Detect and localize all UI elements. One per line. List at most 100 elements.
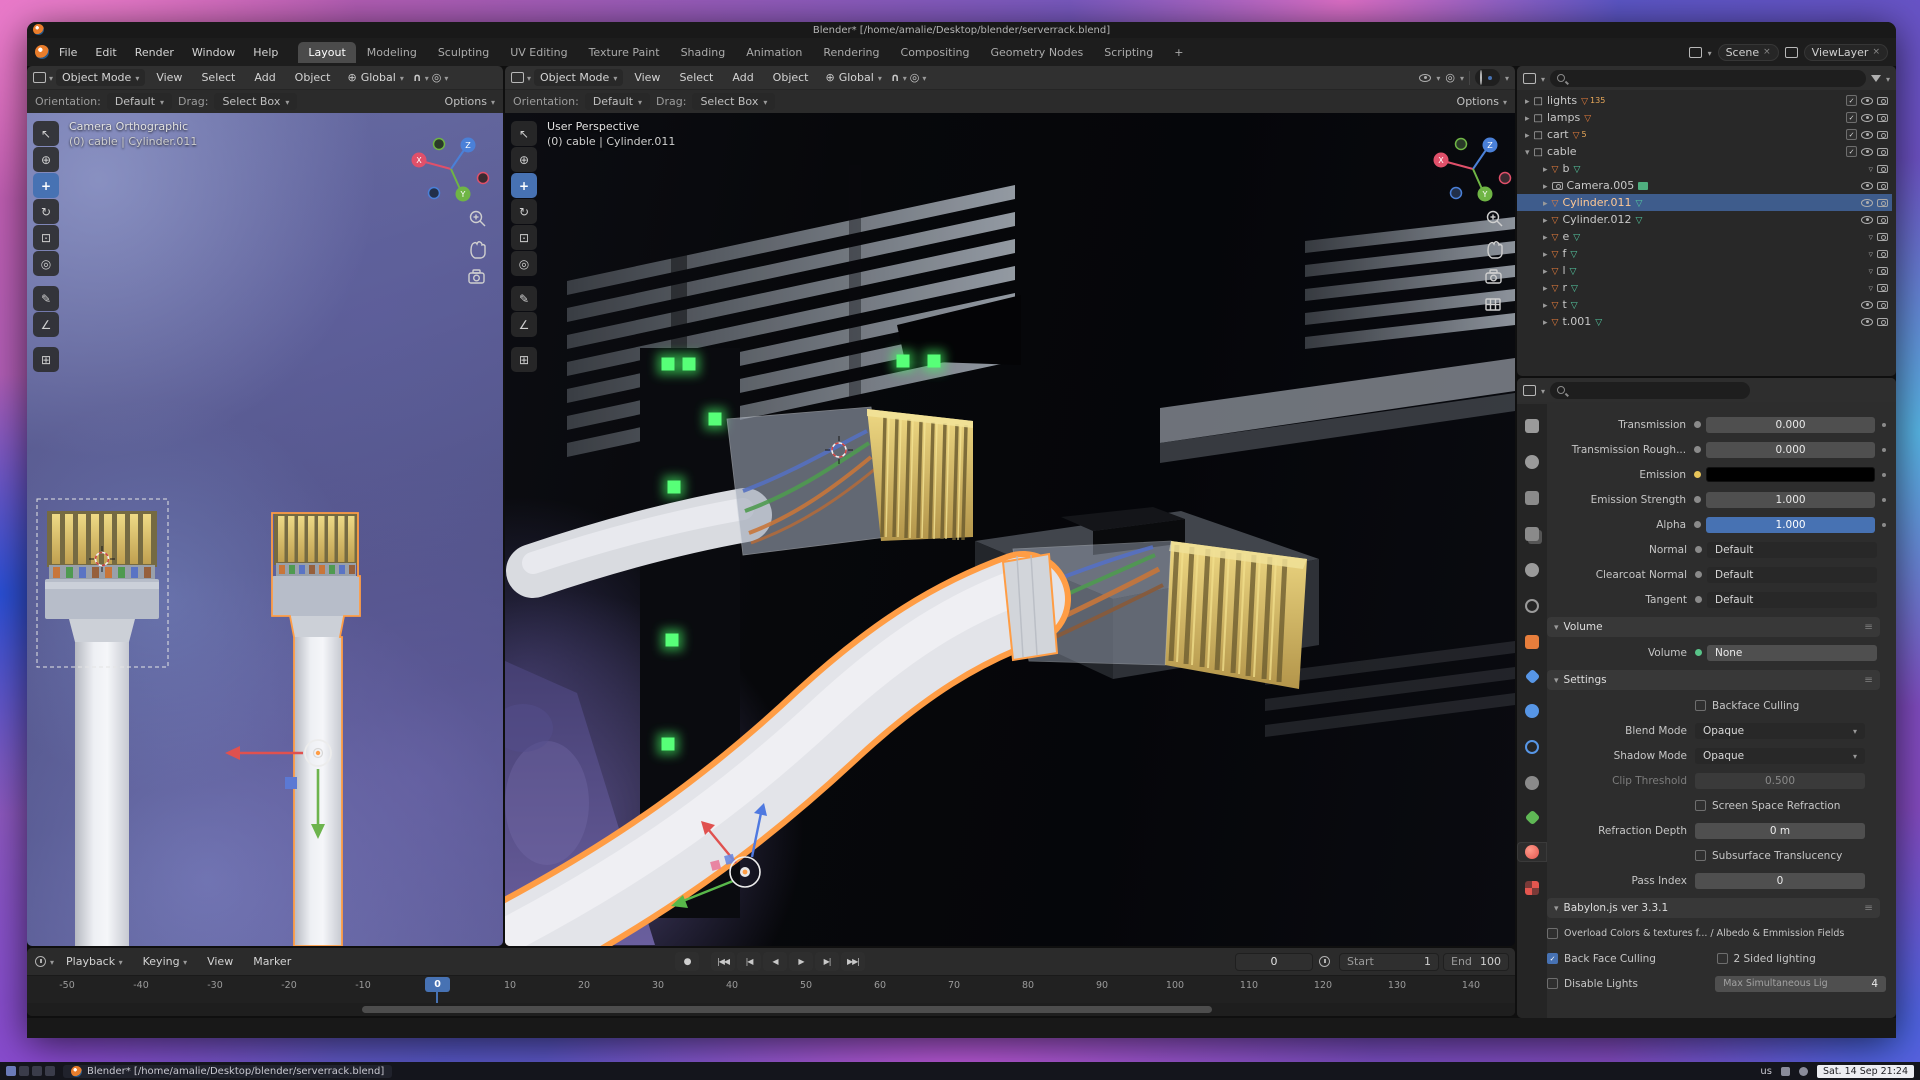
tab-view-layer[interactable] — [1525, 527, 1539, 541]
options-dropdown[interactable]: Options — [445, 95, 495, 108]
clearcoat-normal-dropdown[interactable]: Default — [1707, 567, 1877, 583]
emission-color-swatch[interactable] — [1706, 467, 1875, 482]
disable-render-icon[interactable] — [1877, 148, 1888, 156]
disclosure-icon[interactable] — [1543, 281, 1548, 294]
disclosure-icon[interactable] — [1543, 162, 1548, 175]
menu-file[interactable]: File — [51, 43, 85, 62]
shadow-mode-dropdown[interactable]: Opaque — [1695, 748, 1865, 764]
disable-render-icon[interactable] — [1877, 284, 1888, 292]
pager-workspace-1[interactable] — [6, 1066, 16, 1076]
section-babylon[interactable]: Babylon.js ver 3.3.1 — [1547, 898, 1880, 918]
hide-eye-icon[interactable] — [1861, 318, 1873, 326]
tool-measure[interactable]: ∠ — [33, 312, 59, 337]
menu-playback[interactable]: Playback — [58, 952, 131, 971]
disable-render-icon[interactable] — [1877, 301, 1888, 309]
disclosure-icon[interactable] — [1543, 298, 1548, 311]
jump-to-end-button[interactable]: ▶▶| — [841, 952, 865, 971]
outliner-row-l[interactable]: l — [1517, 262, 1892, 279]
tangent-dropdown[interactable]: Default — [1707, 592, 1877, 608]
menu-keying[interactable]: Keying — [135, 952, 195, 971]
pan-hand-icon[interactable] — [471, 242, 485, 258]
shading-wireframe[interactable] — [1480, 71, 1482, 84]
options-dropdown[interactable]: Options — [1457, 95, 1507, 108]
snap-magnet-icon[interactable] — [413, 71, 422, 84]
mode-dropdown[interactable]: Object Mode — [56, 69, 145, 86]
tab-constraints[interactable] — [1525, 776, 1539, 790]
menu-help[interactable]: Help — [245, 43, 286, 62]
chevron-down-icon[interactable] — [444, 71, 448, 84]
collection-checkbox[interactable] — [1846, 95, 1857, 106]
tool-cursor[interactable]: ⊕ — [511, 147, 537, 172]
disable-render-icon[interactable] — [1877, 233, 1888, 241]
tool-scale[interactable]: ⊡ — [511, 225, 537, 250]
disable-lights-checkbox[interactable] — [1547, 978, 1558, 989]
chevron-down-icon[interactable] — [425, 71, 429, 84]
volume-field[interactable]: None — [1707, 645, 1877, 661]
value-slider[interactable]: 0.000 — [1706, 417, 1875, 433]
tool-tweak-select[interactable]: ↖ — [511, 121, 537, 146]
disable-render-icon[interactable] — [1877, 131, 1888, 139]
tab-object[interactable] — [1525, 635, 1539, 649]
blender-menu-icon[interactable] — [35, 45, 49, 59]
disclosure-icon[interactable] — [1525, 111, 1530, 124]
disclosure-icon[interactable] — [1543, 196, 1548, 209]
chevron-down-icon[interactable] — [1505, 71, 1509, 84]
tool-transform[interactable]: ◎ — [33, 251, 59, 276]
menu-add[interactable]: Add — [246, 68, 283, 87]
navigation-gizmo[interactable]: X Z Y — [412, 138, 489, 202]
ssr-checkbox[interactable] — [1695, 800, 1706, 811]
tab-tool[interactable] — [1525, 419, 1539, 433]
timeline-editor-icon[interactable] — [35, 956, 46, 967]
axis-z-label[interactable]: Z — [1487, 141, 1493, 150]
menu-marker[interactable]: Marker — [245, 952, 299, 971]
outliner-row-e[interactable]: e — [1517, 228, 1892, 245]
tab-add-workspace[interactable]: + — [1164, 42, 1193, 63]
backface-culling-checkbox[interactable] — [1695, 700, 1706, 711]
tab-shading[interactable]: Shading — [671, 42, 736, 63]
menu-window[interactable]: Window — [184, 43, 243, 62]
tab-uv-editing[interactable]: UV Editing — [500, 42, 577, 63]
shading-material-preview[interactable] — [1488, 76, 1492, 80]
filter-icon[interactable] — [1871, 75, 1881, 82]
hide-eye-icon[interactable] — [1861, 114, 1873, 122]
axis-z-label[interactable]: Z — [465, 141, 471, 150]
disclosure-icon[interactable] — [1543, 179, 1548, 192]
disclosure-icon[interactable] — [1525, 94, 1530, 107]
disclosure-icon[interactable] — [1543, 213, 1548, 226]
scene-selector[interactable]: Scene× — [1718, 44, 1779, 61]
auto-keying-button[interactable]: ● — [675, 952, 699, 971]
tool-scale[interactable]: ⊡ — [33, 225, 59, 250]
tab-particles[interactable] — [1525, 704, 1539, 718]
normal-dropdown[interactable]: Default — [1707, 542, 1877, 558]
viewport-canvas[interactable]: X Z Y Camer — [27, 113, 503, 946]
hide-eye-icon[interactable] — [1861, 97, 1873, 105]
remove-viewlayer-icon[interactable]: × — [1872, 47, 1880, 57]
axis-x-label[interactable]: X — [416, 156, 422, 165]
jump-to-start-button[interactable]: |◀◀ — [711, 952, 735, 971]
overload-checkbox[interactable] — [1547, 928, 1558, 939]
menu-object[interactable]: Object — [765, 68, 817, 87]
title-bar[interactable]: Blender* [/home/amalie/Desktop/blender/s… — [27, 22, 1896, 38]
transform-orientation-dropdown[interactable]: Global — [342, 69, 410, 86]
tab-object-data[interactable] — [1524, 810, 1540, 826]
pass-index-field[interactable]: 0 — [1695, 873, 1865, 889]
collection-checkbox[interactable] — [1846, 112, 1857, 123]
disable-render-icon[interactable] — [1877, 114, 1888, 122]
value-slider[interactable]: 0.000 — [1706, 442, 1875, 458]
next-keyframe-button[interactable]: ▶| — [815, 952, 839, 971]
current-frame-field[interactable]: 0 — [1235, 953, 1313, 971]
disclosure-icon[interactable] — [1525, 145, 1530, 158]
tab-scripting[interactable]: Scripting — [1094, 42, 1163, 63]
tool-move[interactable]: + — [511, 173, 537, 198]
disclosure-icon[interactable] — [1525, 128, 1530, 141]
outliner-editor[interactable]: lights 135 lamps cart 5 — [1517, 66, 1896, 376]
axis-x-label[interactable]: X — [1438, 156, 1444, 165]
disable-render-icon[interactable] — [1877, 182, 1888, 190]
drag-dropdown[interactable]: Select Box — [214, 93, 297, 110]
max-simultaneous-lights-field[interactable]: Max Simultaneous Lig4 — [1715, 976, 1886, 992]
value-slider[interactable]: 1.000 — [1706, 492, 1875, 508]
play-reverse-button[interactable]: ◀ — [763, 952, 787, 971]
outliner-row-cable[interactable]: cable — [1517, 143, 1892, 160]
collection-checkbox[interactable] — [1846, 129, 1857, 140]
pager-workspace-4[interactable] — [45, 1066, 55, 1076]
